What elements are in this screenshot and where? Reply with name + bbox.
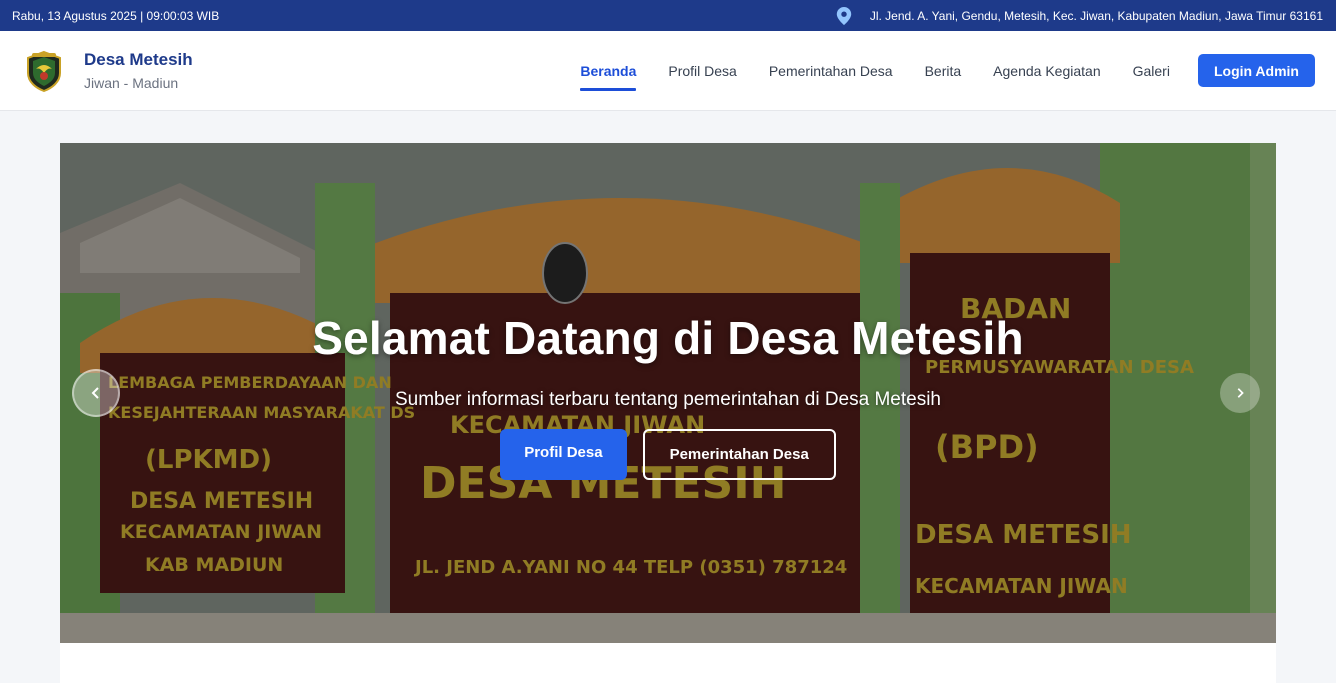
chevron-right-icon — [1237, 388, 1244, 398]
village-emblem-icon — [27, 50, 61, 92]
current-datetime: Rabu, 13 Agustus 2025 | 09:00:03 WIB — [12, 8, 220, 23]
carousel-prev-button[interactable] — [72, 369, 120, 417]
login-admin-button[interactable]: Login Admin — [1197, 54, 1315, 87]
site-subtitle: Jiwan - Madiun — [84, 74, 179, 91]
hero-subtitle: Sumber informasi terbaru tentang pemerin… — [394, 389, 941, 410]
pemerintahan-desa-button[interactable]: Pemerintahan Desa — [642, 429, 836, 480]
site-title: Desa Metesih — [84, 49, 193, 69]
address-text: Jl. Jend. A. Yani, Gendu, Metesih, Kec. … — [869, 8, 1323, 23]
nav-item-agenda-kegiatan[interactable]: Agenda Kegiatan — [977, 31, 1116, 111]
carousel-next-button[interactable] — [1220, 373, 1260, 413]
hero-content: Selamat Datang di Desa Metesih Sumber in… — [60, 311, 1276, 480]
site-header: Desa Metesih Jiwan - Madiun Beranda Prof… — [0, 31, 1336, 111]
chevron-left-icon — [91, 387, 99, 399]
top-info-bar: Rabu, 13 Agustus 2025 | 09:00:03 WIB Jl.… — [0, 0, 1336, 31]
content-card — [60, 643, 1276, 683]
main-nav: Beranda Profil Desa Pemerintahan Desa Be… — [564, 31, 1315, 111]
hero-carousel: LEMBAGA PEMBERDAYAAN DAN KESEJAHTERAAN M… — [60, 143, 1276, 643]
profil-desa-button[interactable]: Profil Desa — [500, 429, 627, 480]
nav-item-berita[interactable]: Berita — [909, 31, 978, 111]
nav-item-galeri[interactable]: Galeri — [1117, 31, 1186, 111]
hero-title: Selamat Datang di Desa Metesih — [312, 312, 1024, 364]
map-pin-icon — [836, 6, 852, 25]
address-container: Jl. Jend. A. Yani, Gendu, Metesih, Kec. … — [836, 6, 1323, 25]
nav-item-profil-desa[interactable]: Profil Desa — [652, 31, 752, 111]
hero-actions: Profil Desa Pemerintahan Desa — [60, 429, 1276, 480]
brand[interactable]: Desa Metesih Jiwan - Madiun — [22, 49, 193, 93]
nav-item-beranda[interactable]: Beranda — [564, 31, 652, 111]
nav-item-pemerintahan-desa[interactable]: Pemerintahan Desa — [753, 31, 909, 111]
